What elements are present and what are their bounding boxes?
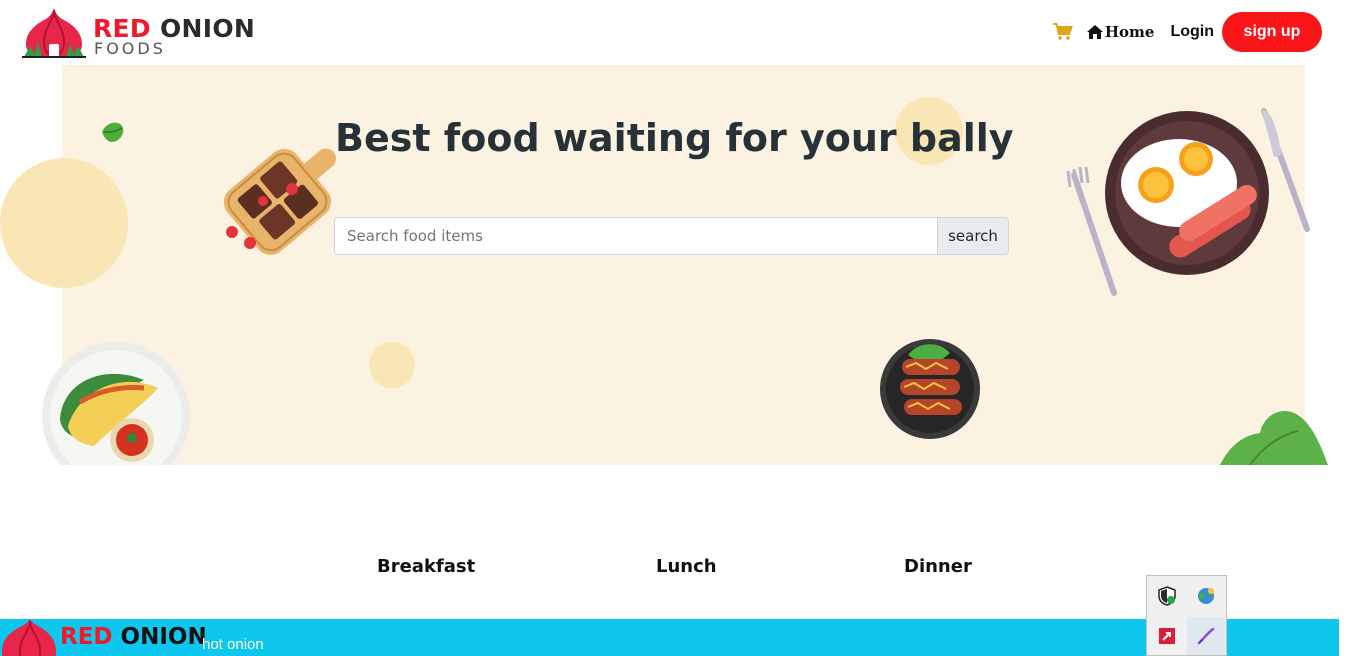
login-link[interactable]: Login <box>1170 23 1214 41</box>
cart-icon[interactable] <box>1052 21 1074 43</box>
onion-logo-icon <box>22 8 86 58</box>
search-bar: search <box>334 217 1009 255</box>
shield-icon[interactable] <box>1148 577 1186 615</box>
home-link[interactable]: Home <box>1086 23 1155 41</box>
search-input[interactable] <box>334 217 937 255</box>
tab-dinner[interactable]: Dinner <box>904 556 972 577</box>
home-label: Home <box>1104 23 1155 41</box>
breakfast-plate-illustration <box>1066 108 1310 296</box>
decor-circle <box>369 342 415 388</box>
pen-icon[interactable] <box>1187 617 1225 655</box>
footer-tagline: hot onion <box>202 636 264 653</box>
onion-logo-icon <box>2 619 56 656</box>
scrollbar[interactable] <box>1339 0 1350 656</box>
search-button[interactable]: search <box>937 217 1009 255</box>
decor-circle <box>0 158 128 288</box>
home-icon <box>1086 25 1103 39</box>
brand-logo[interactable]: RED ONION FOODS <box>22 6 262 60</box>
app-icon[interactable] <box>1148 617 1186 655</box>
globe-icon[interactable] <box>1187 577 1225 615</box>
system-tray-popup <box>1146 575 1227 656</box>
signup-button[interactable]: sign up <box>1222 12 1322 52</box>
taco-plate-illustration <box>42 342 190 465</box>
footer-brand: RED ONION <box>60 624 207 650</box>
tab-lunch[interactable]: Lunch <box>656 556 717 577</box>
brownie-board-illustration <box>223 148 337 255</box>
tab-breakfast[interactable]: Breakfast <box>377 556 475 577</box>
lettuce-leaf-icon <box>1220 411 1328 465</box>
header: RED ONION FOODS Home Login sign up <box>0 0 1350 65</box>
brand-subtitle: FOODS <box>94 39 166 58</box>
hero-title: Best food waiting for your bally <box>335 116 1014 160</box>
leaf-icon <box>102 122 124 142</box>
sausage-plate-illustration <box>880 339 980 439</box>
top-nav: Home Login sign up <box>1052 12 1322 52</box>
